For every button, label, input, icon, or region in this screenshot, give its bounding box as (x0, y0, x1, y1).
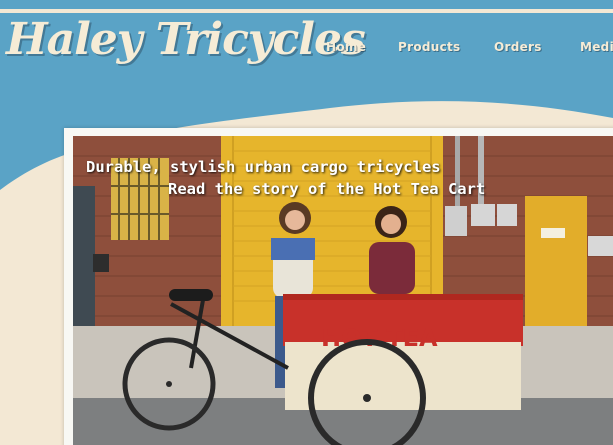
hero-caption-tagline: Durable, stylish urban cargo tricycles (86, 158, 441, 176)
nav-media-link[interactable]: Medi (580, 40, 613, 54)
main-nav: Home Products Orders Medi (0, 40, 613, 56)
nav-orders-link[interactable]: Orders (494, 40, 542, 54)
nav-products-link[interactable]: Products (398, 40, 460, 54)
header-top-stripe (0, 9, 613, 13)
nav-home-link[interactable]: Home (326, 40, 366, 54)
hero-caption-story-link[interactable]: Read the story of the Hot Tea Cart (168, 180, 485, 198)
